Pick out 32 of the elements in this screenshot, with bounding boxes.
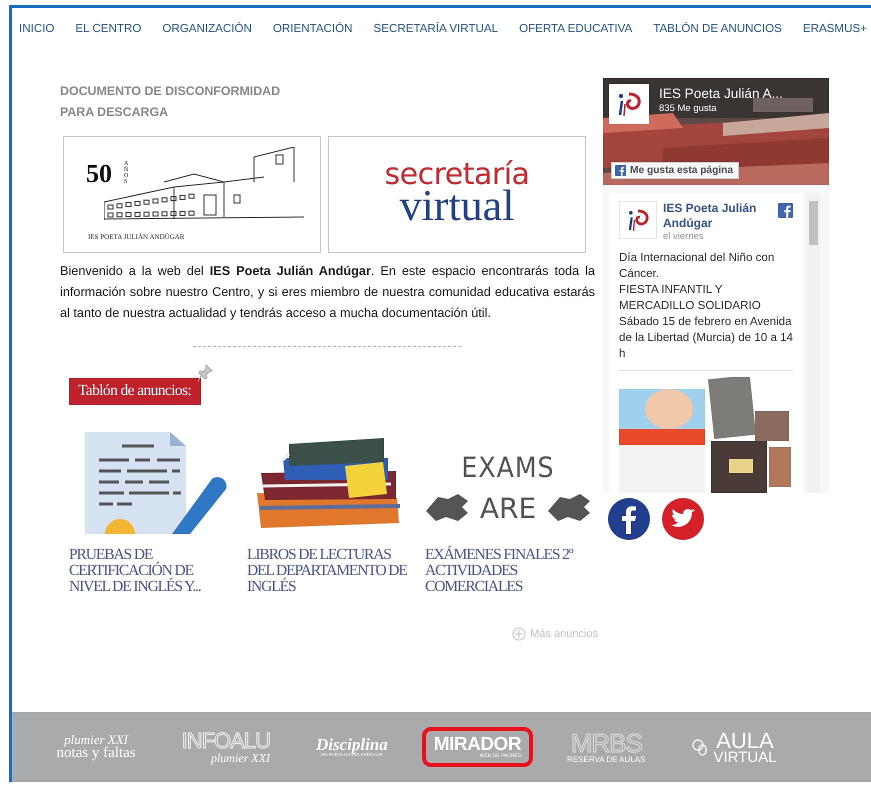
page-name[interactable]: IES Poeta Julián A... — [659, 86, 783, 101]
announcement-title[interactable]: LIBROS DE LECTURAS DEL DEPARTAMENTO DE INGLÉS — [247, 546, 413, 595]
image-text: EXAMS — [461, 450, 555, 484]
post-text: Sábado 15 de febrero en Avenida de la Libertad (Murcia) de 10 a 14 h — [619, 314, 793, 362]
image-text: ARE — [480, 492, 536, 525]
secretaria-banner[interactable]: secretaría virtual — [328, 136, 586, 253]
post-text: FIESTA INFANTIL Y MERCADILLO SOLIDARIO — [619, 282, 762, 314]
announcement-title[interactable]: PRUEBAS DE CERTIFICACIÓN DE NIVEL DE INGLÉS Y... — [69, 546, 235, 595]
like-count: 835 Me gusta — [659, 102, 717, 114]
nav-link[interactable]: EL CENTRO — [75, 22, 142, 44]
facebook-icon — [778, 202, 793, 218]
facebook-icon[interactable] — [608, 498, 650, 540]
scrollbar[interactable] — [807, 192, 820, 493]
twitter-icon[interactable] — [662, 498, 704, 540]
like-page-button[interactable]: Me gusta esta página — [611, 162, 740, 179]
nav-link[interactable]: INICIO — [19, 22, 54, 44]
anniversary-number: 50 — [86, 158, 112, 189]
plus-circle-icon — [512, 626, 526, 641]
nav-link[interactable]: ORGANIZACIÓN — [162, 22, 252, 44]
nav-link[interactable]: OFERTA EDUCATIVA — [519, 22, 632, 44]
facebook-icon — [615, 164, 626, 176]
nav-link[interactable]: TABLÓN DE ANUNCIOS — [653, 22, 782, 44]
nav-link[interactable]: SECRETARÍA VIRTUAL — [374, 22, 498, 44]
post-time: el viernes — [663, 230, 705, 242]
nav-link[interactable]: ORIENTACIÓN — [272, 22, 353, 44]
post-text: Día Internacional del Niño con Cáncer. — [619, 250, 776, 282]
nav-link[interactable]: ERASMUS+ — [802, 22, 867, 44]
download-link[interactable]: DOCUMENTO DE DISCONFORMIDAD PARA DESCARGA — [60, 80, 310, 123]
welcome-text: Bienvenido a la web del IES Poeta Julián Andúgar. En este espacio encontrarás toda la información sobre nuestro Centro, y si eres miembro de nuestra comunidad educativa estarás al tanto de nuestra actualidad y tendrás acceso a mucha documentación útil. — [60, 262, 595, 322]
announcement-title[interactable]: EXÁMENES FINALES 2º ACTIVIDADES COMERCIALES — [425, 546, 591, 595]
pushpin-icon — [197, 364, 214, 382]
post-author[interactable]: IES Poeta Julián Andúgar — [663, 200, 765, 231]
